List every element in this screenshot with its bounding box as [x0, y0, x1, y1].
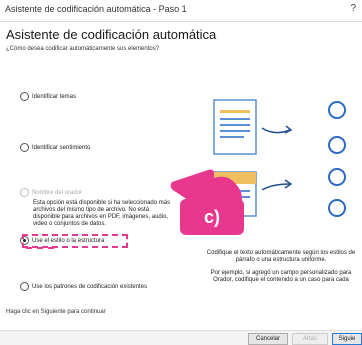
- radio-identificar-temas[interactable]: [20, 92, 29, 101]
- cancel-button[interactable]: Cancelar: [248, 333, 288, 345]
- footer-hint: Haga clic en Siguiente para continuar: [6, 309, 106, 315]
- window-title: Asistente de codificación automática - P…: [5, 4, 187, 14]
- circle-node-icon: [328, 168, 346, 186]
- annotation-badge: c): [180, 199, 244, 235]
- speaker-note: Esta opción está disponible si ha selecc…: [33, 200, 171, 227]
- wizard-question: ¿Cómo desea codificar automáticamente su…: [6, 46, 160, 52]
- option-nombre-orador: Nombre del orador: [20, 188, 82, 197]
- title-bar: Asistente de codificación automática - P…: [0, 0, 362, 22]
- circle-node-icon: [328, 101, 346, 119]
- circle-node-icon: [328, 136, 346, 154]
- circle-node-icon: [328, 199, 346, 217]
- help-button[interactable]: ?: [350, 3, 356, 14]
- wizard-heading: Asistente de codificación automática: [6, 27, 217, 42]
- radio-identificar-sentimiento[interactable]: [20, 143, 29, 152]
- option-label: Identificar temas: [32, 93, 77, 100]
- option-label: Nombre del orador: [32, 189, 83, 196]
- method-description: Codifique el texto automáticamente según…: [206, 250, 356, 263]
- button-bar: Cancelar Atrás Siguie: [0, 330, 362, 345]
- option-patrones-codificacion[interactable]: Use los patrones de codificación existen…: [20, 282, 147, 291]
- radio-nombre-orador: [20, 188, 29, 197]
- radio-patrones-codificacion[interactable]: [20, 282, 29, 291]
- option-label: Identificar sentimiento: [32, 144, 91, 151]
- highlight-underline: [26, 247, 54, 249]
- highlight-box: [22, 234, 128, 248]
- method-example: Por ejemplo, si agregó un campo personal…: [210, 270, 352, 283]
- back-button[interactable]: Atrás: [292, 333, 328, 345]
- next-button[interactable]: Siguie: [332, 333, 362, 345]
- option-identificar-sentimiento[interactable]: Identificar sentimiento: [20, 143, 90, 152]
- option-identificar-temas[interactable]: Identificar temas: [20, 92, 76, 101]
- document-icon: [213, 99, 257, 155]
- option-label: Use los patrones de codificación existen…: [32, 283, 148, 290]
